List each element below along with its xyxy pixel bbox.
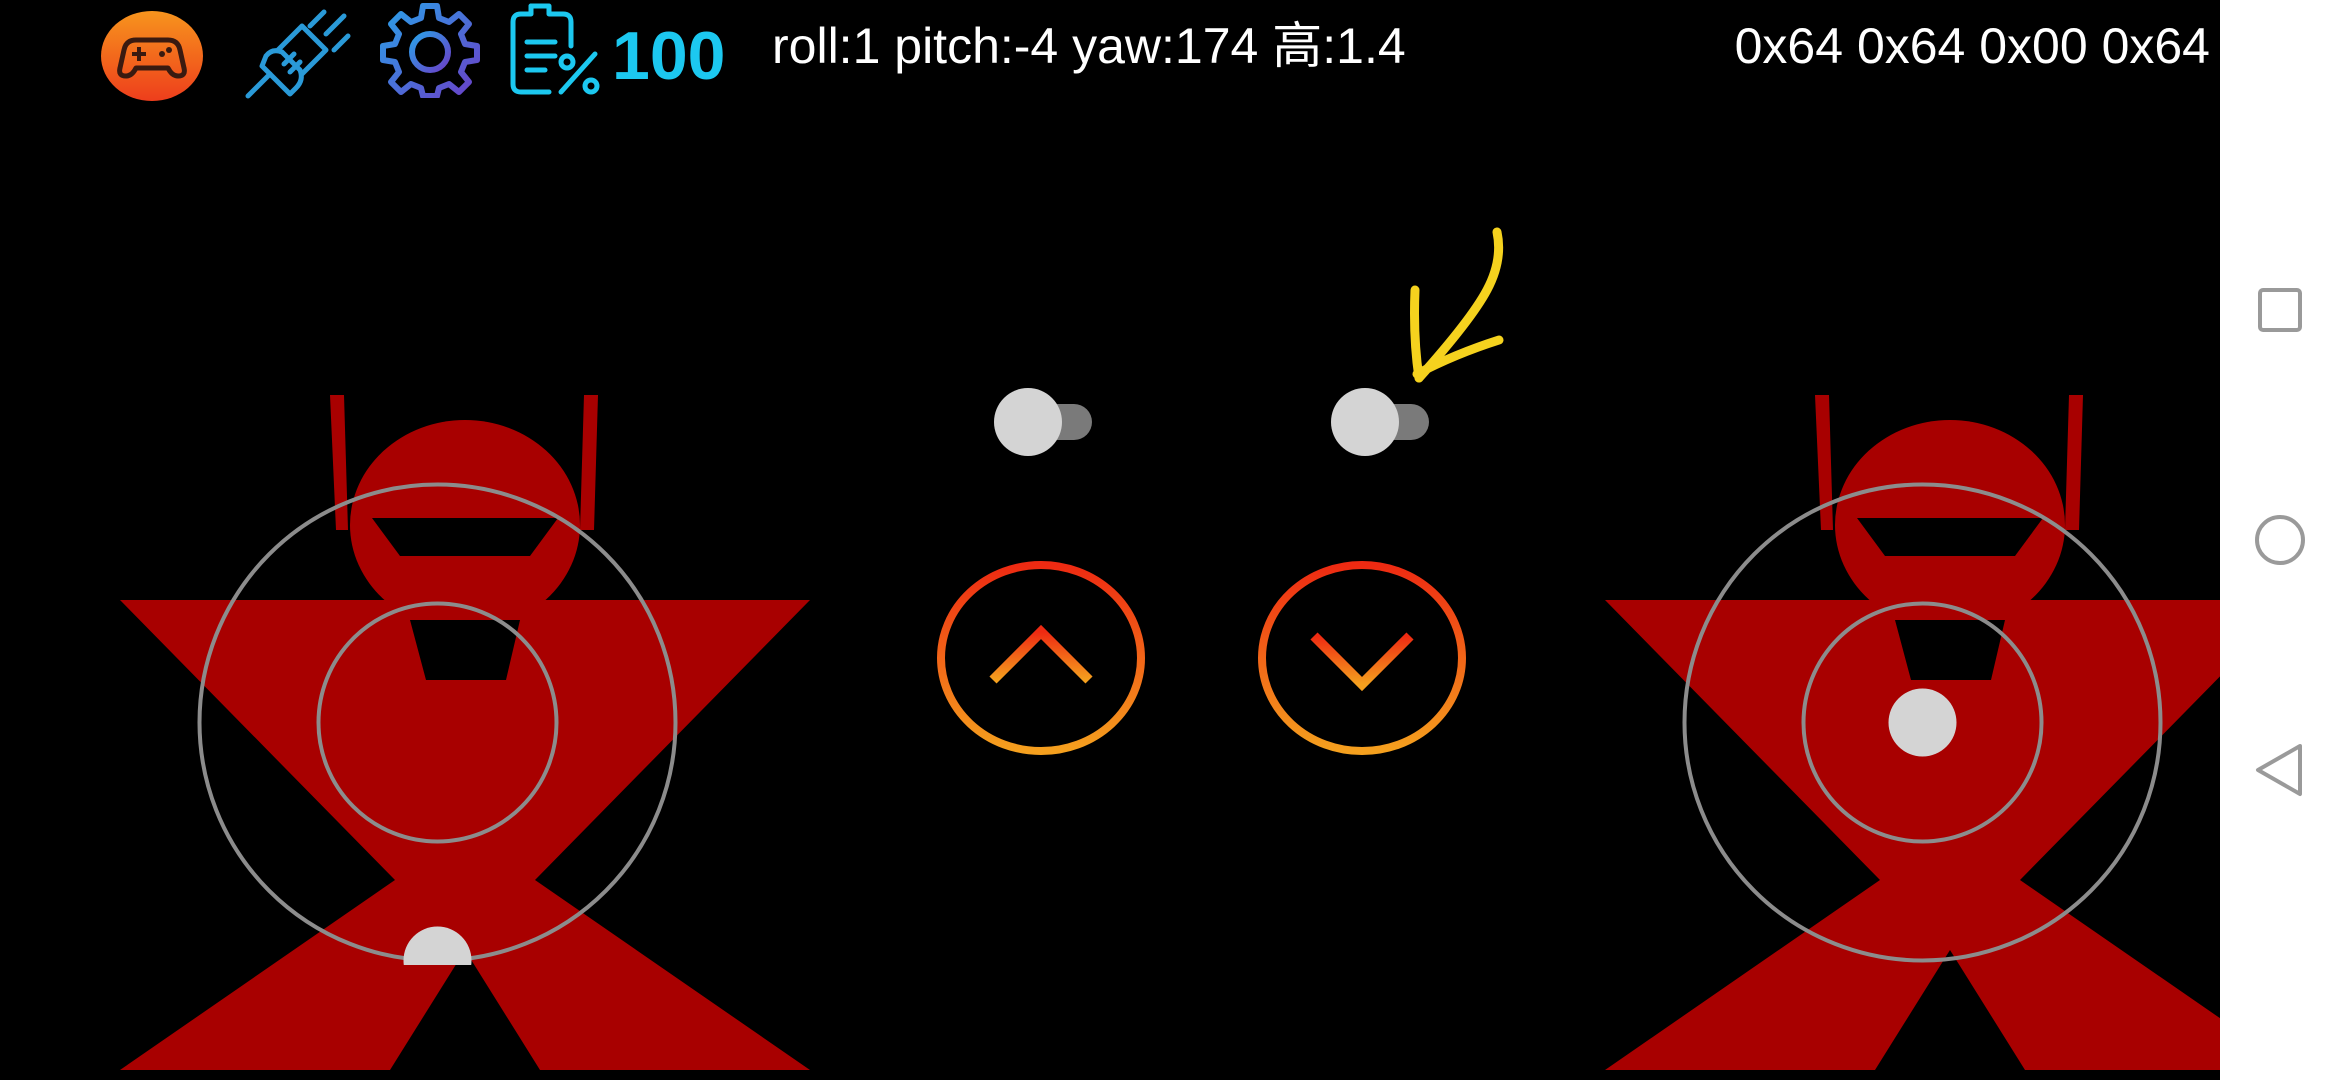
- square-icon[interactable]: [2240, 270, 2320, 350]
- toggle-switch-left[interactable]: [990, 386, 1106, 458]
- telemetry-readout: roll:1 pitch:-4 yaw:174 高:1.4: [772, 18, 1406, 74]
- hex-readout: 0x64 0x64 0x00 0x64: [1734, 18, 2210, 74]
- gear-icon[interactable]: [375, 2, 485, 98]
- chevron-up-icon: [989, 624, 1093, 684]
- right-joystick[interactable]: [1680, 480, 2165, 965]
- battery-percent-icon: [510, 3, 600, 95]
- plug-connect-icon[interactable]: [240, 8, 352, 100]
- chevron-down-icon: [1310, 632, 1414, 692]
- gamepad-icon[interactable]: [100, 10, 204, 102]
- triangle-back-icon[interactable]: [2240, 730, 2320, 810]
- system-navigation-bar: [2220, 0, 2340, 1080]
- left-joystick-inner-ring: [316, 601, 559, 844]
- right-joystick-knob[interactable]: [1888, 688, 1957, 757]
- left-joystick[interactable]: [195, 480, 680, 965]
- circle-icon[interactable]: [2240, 500, 2320, 580]
- toggle-switch-right[interactable]: [1327, 386, 1443, 458]
- drone-controller-screen: 100 roll:1 pitch:-4 yaw:174 高:1.4 0x64 0…: [0, 0, 2220, 1080]
- left-joystick-knob[interactable]: [403, 926, 472, 966]
- descend-button[interactable]: [1256, 558, 1468, 758]
- arrow-annotation-icon: [1410, 227, 1504, 383]
- battery-level-value: 100: [612, 18, 726, 94]
- ascend-button[interactable]: [935, 558, 1147, 758]
